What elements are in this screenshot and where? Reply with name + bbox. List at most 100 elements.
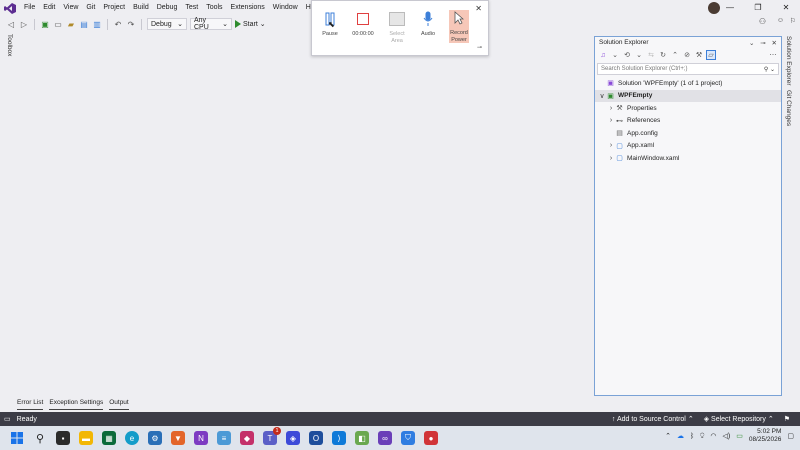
- app-icon[interactable]: ◧: [355, 431, 369, 445]
- show-all-files-icon[interactable]: ⊘: [682, 50, 692, 60]
- solution-explorer-tab[interactable]: Solution Explorer: [785, 36, 792, 86]
- git-changes-tab[interactable]: Git Changes: [785, 90, 792, 126]
- menu-debug[interactable]: Debug: [153, 0, 182, 16]
- visual-studio-icon[interactable]: ∞: [378, 431, 392, 445]
- onenote-icon[interactable]: N: [194, 431, 208, 445]
- wifi-icon[interactable]: ◠: [710, 432, 716, 440]
- open-folder-icon[interactable]: ▰: [66, 19, 76, 29]
- onedrive-icon[interactable]: ☁: [677, 432, 684, 440]
- configuration-dropdown[interactable]: Debug ⌄: [147, 18, 187, 30]
- tree-item[interactable]: ▣ Solution 'WPFEmpty' (1 of 1 project): [595, 77, 781, 90]
- microphone-icon[interactable]: ⍜: [700, 432, 704, 440]
- pin-icon[interactable]: ⊸: [477, 44, 482, 51]
- sync-icon[interactable]: ⇆: [646, 50, 656, 60]
- brave-icon[interactable]: ▼: [171, 431, 185, 445]
- menu-window[interactable]: Window: [269, 0, 302, 16]
- tab-exception-settings[interactable]: Exception Settings: [49, 398, 104, 410]
- more-options-icon[interactable]: ⋯: [768, 50, 778, 60]
- preview-icon[interactable]: ▱: [706, 50, 716, 60]
- tree-item[interactable]: › ⊷ References: [595, 115, 781, 128]
- chevron-down-icon[interactable]: ⌄: [634, 50, 644, 60]
- tab-output[interactable]: Output: [109, 398, 129, 410]
- expand-chevron-icon[interactable]: ›: [607, 155, 615, 162]
- menu-edit[interactable]: Edit: [39, 0, 59, 16]
- defender-icon[interactable]: ⛉: [401, 431, 415, 445]
- new-project-icon[interactable]: ▣: [40, 19, 50, 29]
- restore-icon[interactable]: ❐: [744, 0, 772, 16]
- forward-icon[interactable]: ▷: [19, 19, 29, 29]
- collapse-all-icon[interactable]: ⌃: [670, 50, 680, 60]
- minimize-icon[interactable]: —: [716, 0, 744, 16]
- properties-icon[interactable]: ⚒: [694, 50, 704, 60]
- battery-icon[interactable]: ▭: [736, 432, 743, 440]
- vscode-icon[interactable]: ⟩: [332, 431, 346, 445]
- record-power-button[interactable]: Record Power: [449, 10, 469, 43]
- notifications-icon[interactable]: ▭: [4, 415, 11, 423]
- windows-start-icon[interactable]: [10, 431, 24, 445]
- select-area-button[interactable]: Select Area: [384, 11, 410, 44]
- expand-chevron-icon[interactable]: ∨: [598, 92, 606, 100]
- new-file-icon[interactable]: ▭: [53, 19, 63, 29]
- refresh-icon[interactable]: ↻: [658, 50, 668, 60]
- switch-views-icon[interactable]: ♫: [598, 50, 608, 60]
- close-icon[interactable]: ✕: [475, 4, 482, 13]
- select-repository-button[interactable]: ◈ Select Repository ⌃: [704, 415, 774, 423]
- store-icon[interactable]: ▦: [102, 431, 116, 445]
- teams-icon[interactable]: T 1: [263, 427, 281, 445]
- platform-dropdown[interactable]: Any CPU ⌄: [190, 17, 232, 31]
- save-icon[interactable]: ▤: [79, 19, 89, 29]
- toolbox-tab[interactable]: Toolbox: [3, 34, 13, 74]
- chevron-down-icon[interactable]: ⌄: [610, 50, 620, 60]
- search-icon[interactable]: ⚲: [33, 431, 47, 445]
- close-icon[interactable]: ✕: [772, 40, 777, 47]
- recorder-app-icon[interactable]: ●: [424, 431, 438, 445]
- tab-error-list[interactable]: Error List: [17, 398, 44, 410]
- tree-item[interactable]: › ⚒ Properties: [595, 102, 781, 115]
- audio-button[interactable]: Audio: [415, 11, 441, 38]
- app-icon[interactable]: ◈: [286, 431, 300, 445]
- solution-explorer-search-input[interactable]: Search Solution Explorer (Ctrl+;) ⚲ ⌄: [597, 63, 779, 75]
- menu-view[interactable]: View: [59, 0, 82, 16]
- tree-item[interactable]: ▤ App.config: [595, 127, 781, 140]
- tree-item[interactable]: › ▢ App.xaml: [595, 140, 781, 153]
- menu-tools[interactable]: Tools: [202, 0, 226, 16]
- redo-icon[interactable]: ↷: [126, 19, 136, 29]
- add-to-source-control-button[interactable]: ↑ Add to Source Control ⌃: [612, 415, 694, 423]
- back-icon[interactable]: ◁: [6, 19, 16, 29]
- menu-project[interactable]: Project: [99, 0, 129, 16]
- pin-icon[interactable]: ⊸: [760, 40, 765, 47]
- bluetooth-icon[interactable]: ᛒ: [690, 433, 694, 440]
- save-all-icon[interactable]: ▥: [92, 19, 102, 29]
- notepad-icon[interactable]: ≡: [217, 431, 231, 445]
- menu-extensions[interactable]: Extensions: [227, 0, 269, 16]
- mouse-cursor-icon: ⬉: [328, 20, 335, 29]
- expand-chevron-icon[interactable]: ›: [607, 105, 615, 112]
- menu-build[interactable]: Build: [129, 0, 153, 16]
- task-view-icon[interactable]: ▪: [56, 431, 70, 445]
- chevron-up-icon[interactable]: ⌃: [665, 432, 671, 440]
- app-icon[interactable]: ◆: [240, 431, 254, 445]
- clock[interactable]: 5:02 PM 08/25/2026: [749, 428, 782, 444]
- notification-center-icon[interactable]: ▢: [787, 432, 794, 440]
- edge-icon[interactable]: e: [125, 431, 139, 445]
- outlook-icon[interactable]: O: [309, 431, 323, 445]
- menu-git[interactable]: Git: [82, 0, 99, 16]
- notification-bell-icon[interactable]: ⚑: [784, 415, 790, 423]
- undo-icon[interactable]: ↶: [113, 19, 123, 29]
- expand-chevron-icon[interactable]: ›: [607, 117, 615, 124]
- close-icon[interactable]: ✕: [772, 0, 800, 16]
- tree-item[interactable]: › ▢ MainWindow.xaml: [595, 152, 781, 165]
- history-icon[interactable]: ⟲: [622, 50, 632, 60]
- tree-item[interactable]: ∨ ▣ WPFEmpty: [595, 89, 781, 102]
- speaker-icon[interactable]: ◁): [722, 432, 730, 440]
- start-button[interactable]: Start ⌄: [235, 20, 266, 28]
- stop-button[interactable]: 00:00:00: [350, 11, 376, 38]
- menu-file[interactable]: File: [20, 0, 39, 16]
- settings-app-icon[interactable]: ⚙: [148, 431, 162, 445]
- file-explorer-icon[interactable]: ▬: [79, 431, 93, 445]
- expand-chevron-icon[interactable]: ›: [607, 142, 615, 149]
- menu-test[interactable]: Test: [181, 0, 202, 16]
- pause-label: Pause: [322, 31, 338, 37]
- chevron-down-icon[interactable]: ⌄: [749, 40, 754, 47]
- chevron-up-icon: ⌃: [767, 416, 774, 423]
